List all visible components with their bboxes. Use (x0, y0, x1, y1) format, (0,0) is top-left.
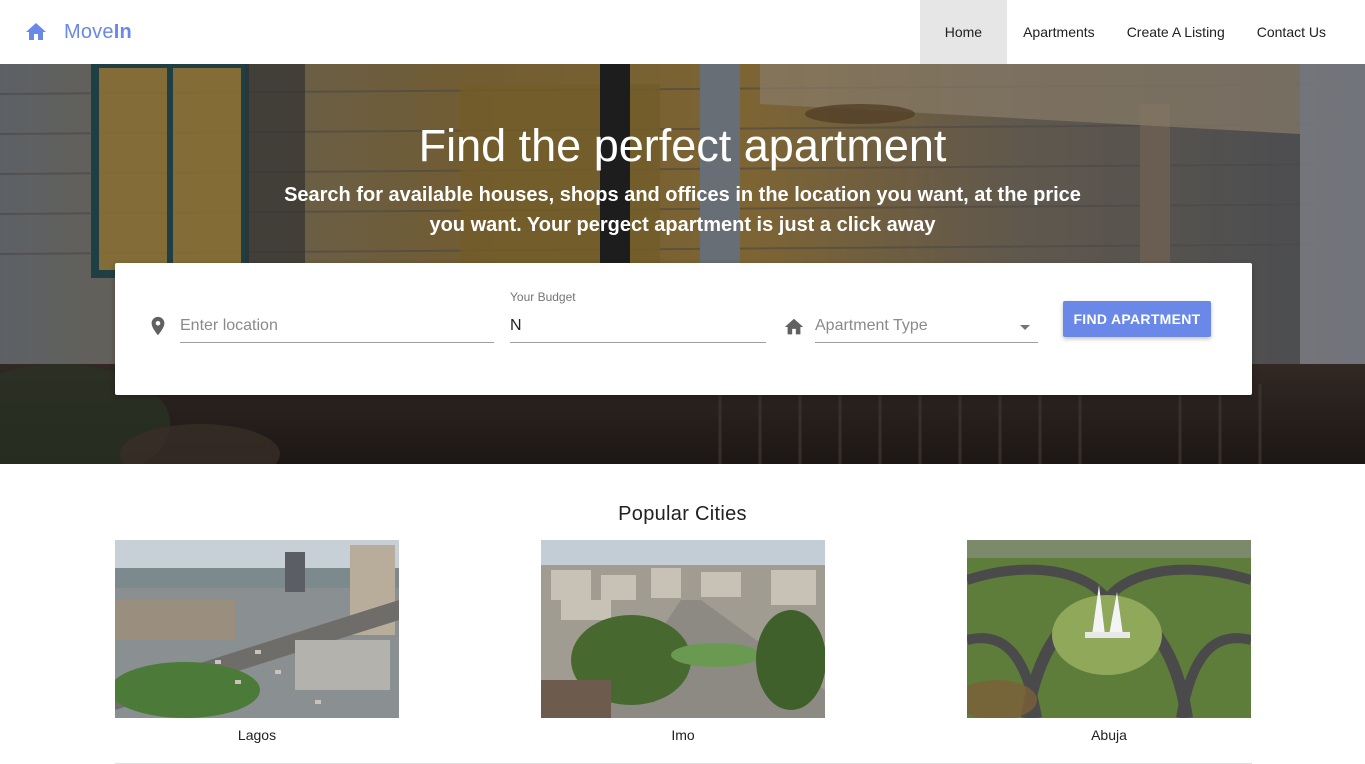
brand-name: MoveIn (64, 20, 132, 43)
city-card-abuja[interactable]: Abuja (967, 540, 1251, 743)
city-card-lagos[interactable]: Lagos (115, 540, 399, 743)
hero-title: Find the perfect apartment (418, 120, 947, 171)
city-name-imo: Imo (671, 727, 695, 743)
budget-value: N (510, 317, 522, 334)
popular-cities-title: Popular Cities (618, 503, 747, 525)
apartment-type-placeholder: Apartment Type (815, 317, 928, 334)
location-placeholder: Enter location (180, 317, 278, 334)
budget-input[interactable]: Your Budget N (510, 290, 766, 343)
search-card: Enter location Your Budget N Apartment T… (115, 263, 1252, 395)
budget-label: Your Budget (510, 290, 576, 304)
nav-item-home[interactable]: Home (919, 0, 1008, 64)
city-image-lagos (115, 540, 399, 718)
caret-down-icon (1020, 325, 1030, 330)
city-name-abuja: Abuja (1091, 727, 1127, 743)
city-image-imo (541, 540, 825, 718)
apartment-type-select[interactable]: Apartment Type (815, 313, 1038, 343)
location-input[interactable]: Enter location (180, 313, 494, 343)
brand-logo-link[interactable]: MoveIn (24, 0, 132, 64)
find-apartment-button[interactable]: FIND APARTMENT (1063, 301, 1211, 337)
nav-item-create-listing[interactable]: Create A Listing (1111, 0, 1241, 64)
main-nav: Home Apartments Create A Listing Contact… (919, 0, 1342, 64)
home-icon (26, 23, 46, 40)
hero-subtitle: Search for available houses, shops and o… (284, 184, 1081, 236)
city-image-abuja (967, 540, 1251, 718)
city-card-imo[interactable]: Imo (541, 540, 825, 743)
nav-item-contact-us[interactable]: Contact Us (1241, 0, 1342, 64)
city-name-lagos: Lagos (237, 727, 277, 743)
home-icon (784, 318, 804, 335)
map-pin-icon (151, 316, 165, 336)
nav-item-apartments[interactable]: Apartments (1007, 0, 1111, 64)
top-app-bar: MoveIn Home Apartments Create A Listing … (0, 0, 1365, 64)
